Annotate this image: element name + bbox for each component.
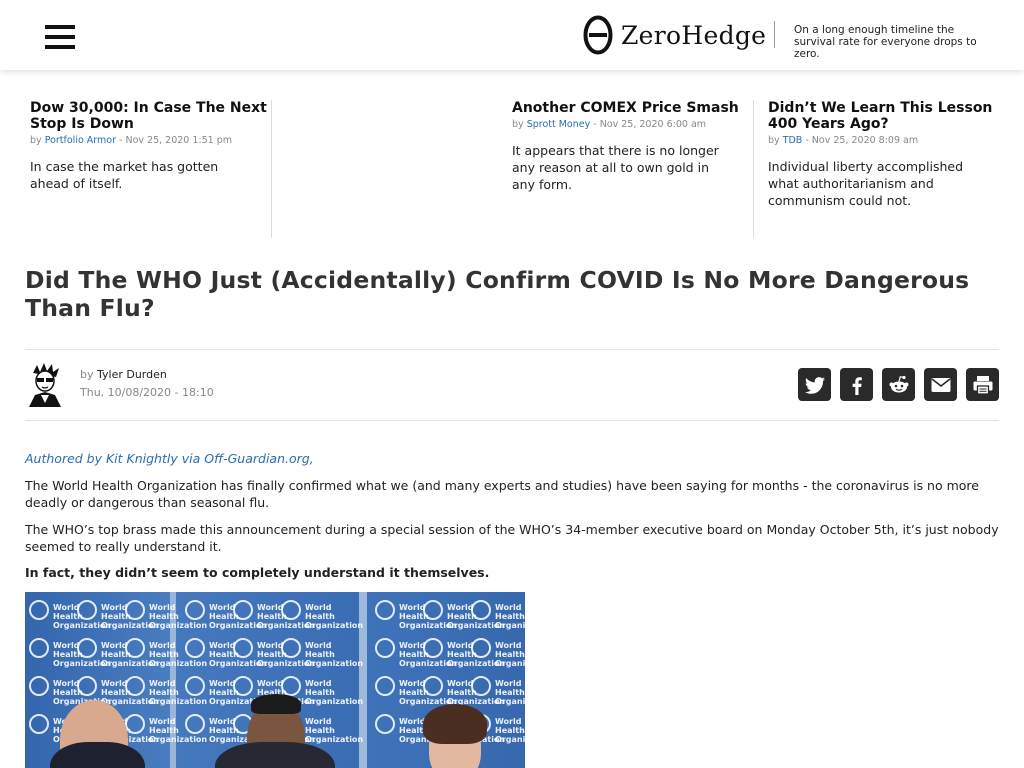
menu-icon[interactable] [45,25,75,50]
who-logo-icon [233,600,253,620]
divider [25,349,999,350]
teaser-excerpt: Individual liberty accomplished what aut… [768,159,964,208]
byline-by: by [80,368,94,381]
who-logo-icon [233,676,253,696]
reddit-share-button[interactable] [882,368,915,401]
author-byline: by Tyler Durden [80,368,167,381]
article-paragraph: The World Health Organization has finall… [25,478,979,510]
divider [25,420,999,421]
who-logo-icon [77,638,97,658]
who-backdrop-text: World Health Organization [305,717,364,744]
who-backdrop-text: World Health Organization [495,717,525,744]
who-logo-icon [77,676,97,696]
who-logo-icon [281,676,301,696]
zerohedge-logo-icon [583,15,613,55]
teaser-by: by [30,135,42,146]
teaser-title[interactable]: Another COMEX Price Smash [512,100,753,116]
who-logo-icon [125,714,145,734]
logo-divider [774,21,775,48]
site-logo[interactable]: ZeroHedge [583,15,766,55]
logo-text: ZeroHedge [621,20,767,50]
who-logo-icon [125,600,145,620]
who-logo-icon [185,676,205,696]
who-logo-icon [29,714,49,734]
who-logo-icon [77,600,97,620]
author-avatar[interactable] [25,363,65,407]
reddit-icon [889,375,908,392]
who-logo-icon [29,600,49,620]
teaser-author-link[interactable]: Portfolio Armor [45,135,116,146]
who-backdrop-text: World Health Organization [495,641,525,668]
who-backdrop-text: World Health Organization [495,603,525,630]
teaser-card[interactable]: Dow 30,000: In Case The Next Stop Is Dow… [30,100,272,238]
teaser-meta: by Portfolio Armor - Nov 25, 2020 1:51 p… [30,135,271,146]
who-logo-icon [29,676,49,696]
source-attribution: Authored by Kit Knightly via Off-Guardia… [25,450,1000,467]
photo-hair-right [423,704,487,744]
who-logo-icon [375,676,395,696]
source-link[interactable]: Authored by Kit Knightly via Off-Guardia… [25,451,314,466]
who-backdrop-text: World Health Organization [305,603,364,630]
who-logo-icon [471,638,491,658]
article-title: Did The WHO Just (Accidentally) Confirm … [25,266,970,322]
who-logo-icon [185,714,205,734]
teaser-date: - Nov 25, 2020 1:51 pm [116,135,232,146]
print-icon [973,375,992,395]
who-logo-icon [281,600,301,620]
teaser-author-link[interactable]: TDB [783,135,803,146]
who-logo-icon [471,600,491,620]
who-logo-icon [423,676,443,696]
who-logo-icon [185,600,205,620]
teaser-meta: by TDB - Nov 25, 2020 8:09 am [768,135,1000,146]
who-logo-icon [29,638,49,658]
twitter-share-button[interactable] [798,368,831,401]
article-photo: World Health Organization World Health Or… [25,592,525,768]
who-logo-icon [125,676,145,696]
who-logo-icon [423,638,443,658]
teaser-meta: by Sprott Money - Nov 25, 2020 6:00 am [512,119,753,130]
email-share-button[interactable] [924,368,957,401]
teaser-by: by [768,135,780,146]
photo-hair-center [251,694,301,714]
twitter-icon [804,376,825,394]
site-header: ZeroHedge On a long enough timeline the … [0,0,1024,70]
teaser-title[interactable]: Didn’t We Learn This Lesson 400 Years Ag… [768,100,1000,132]
teaser-title[interactable]: Dow 30,000: In Case The Next Stop Is Dow… [30,100,271,132]
teaser-by: by [512,119,524,130]
teaser-card[interactable]: Didn’t We Learn This Lesson 400 Years Ag… [768,100,1000,238]
who-logo-icon [375,638,395,658]
who-logo-icon [471,676,491,696]
facebook-share-button[interactable] [840,368,873,401]
article-datetime: Thu, 10/08/2020 - 18:10 [80,386,214,399]
teaser-excerpt: It appears that there is no longer any r… [512,143,719,192]
who-logo-icon [185,638,205,658]
who-logo-icon [233,638,253,658]
facebook-icon [852,376,862,395]
who-logo-icon [375,600,395,620]
who-backdrop-text: World Health Organization [305,679,364,706]
teaser-date: - Nov 25, 2020 8:09 am [802,135,919,146]
who-logo-icon [281,638,301,658]
teaser-author-link[interactable]: Sprott Money [527,119,591,130]
who-logo-icon [423,600,443,620]
related-teasers: Dow 30,000: In Case The Next Stop Is Dow… [0,100,1024,238]
article-paragraph: The WHO’s top brass made this announceme… [25,522,999,554]
who-backdrop-text: World Health Organization [305,641,364,668]
teaser-card[interactable]: Another COMEX Price Smash by Sprott Mone… [512,100,754,238]
teaser-excerpt: In case the market has gotten ahead of i… [30,159,219,191]
teaser-date: - Nov 25, 2020 6:00 am [590,119,707,130]
site-tagline: On a long enough timeline the survival r… [794,24,977,60]
who-backdrop-text: World Health Organization [495,679,525,706]
who-logo-icon [125,638,145,658]
author-name[interactable]: Tyler Durden [97,368,167,381]
email-icon [931,377,950,392]
article-paragraph-bold: In fact, they didn’t seem to completely … [25,565,490,580]
print-share-button[interactable] [966,368,999,401]
who-logo-icon [375,714,395,734]
